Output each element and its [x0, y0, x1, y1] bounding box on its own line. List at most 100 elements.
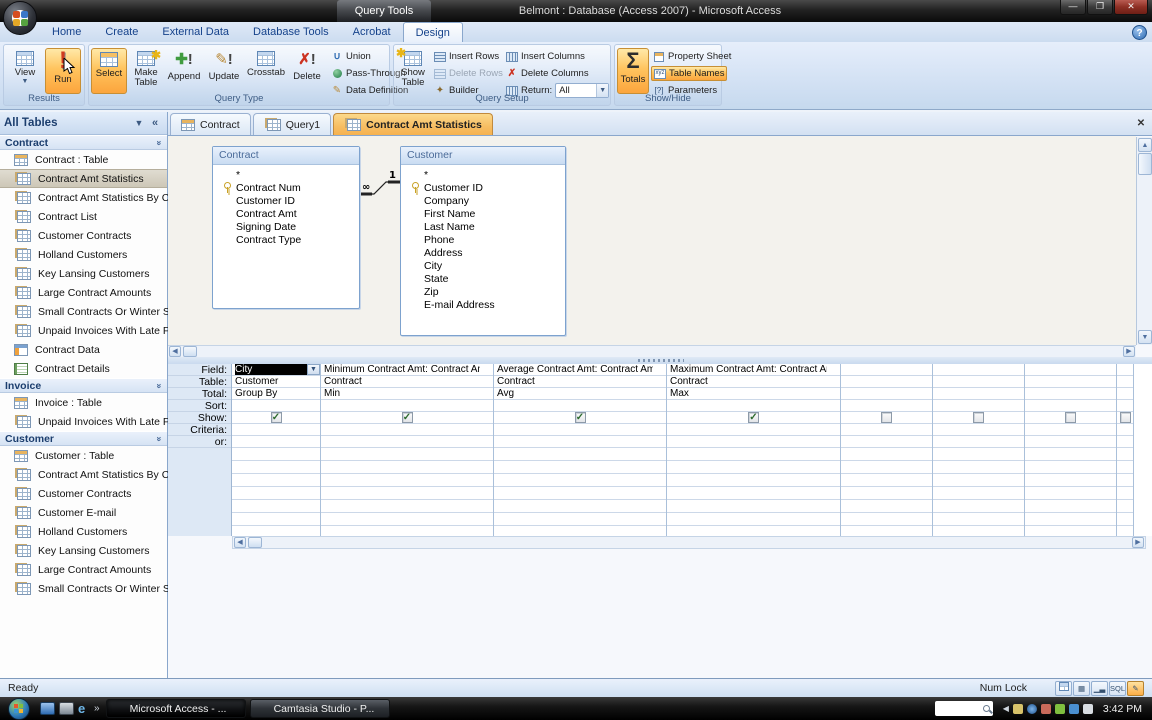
field-dropdown-icon[interactable]: ▼	[307, 364, 320, 375]
field-list-item[interactable]: Last Name	[401, 220, 565, 233]
scroll-left-icon[interactable]: ◀	[169, 346, 181, 357]
ribbon-tab[interactable]: Design	[402, 22, 463, 42]
document-tab[interactable]: Contract	[170, 113, 251, 135]
or-cell[interactable]	[841, 436, 932, 448]
table-cell[interactable]	[841, 376, 932, 388]
nav-group-header-contract[interactable]: Contract »	[0, 135, 167, 150]
scroll-down-icon[interactable]: ▼	[1138, 330, 1152, 344]
field-list-item[interactable]: Contract Num	[213, 181, 359, 194]
field-cell[interactable]: ▼	[933, 364, 1024, 376]
show-desktop-icon[interactable]	[40, 702, 55, 715]
or-cell[interactable]	[321, 436, 493, 448]
field-list-item[interactable]: *	[401, 168, 565, 181]
insert-columns-button[interactable]: Insert Columns	[504, 49, 587, 64]
delete-rows-button[interactable]: Delete Rows	[432, 66, 505, 81]
field-list-customer[interactable]: Customer * Customer ID Company First Nam…	[400, 146, 566, 336]
nav-item[interactable]: Unpaid Invoices With Late Fees	[0, 412, 186, 431]
property-sheet-button[interactable]: Property Sheet	[651, 49, 733, 64]
help-button[interactable]: ?	[1132, 25, 1147, 40]
ribbon-tab[interactable]: Home	[40, 22, 93, 42]
collapse-group-icon[interactable]: »	[154, 436, 164, 441]
nav-item[interactable]: Large Contract Amounts	[0, 560, 167, 579]
document-tab[interactable]: Contract Amt Statistics	[333, 113, 493, 135]
collapse-group-icon[interactable]: »	[154, 383, 164, 388]
sort-cell[interactable]	[1025, 400, 1116, 412]
field-cell[interactable]: ▼	[841, 364, 932, 376]
tray-expand-icon[interactable]: ◀	[1003, 704, 1009, 713]
total-cell[interactable]	[841, 388, 932, 400]
field-cell[interactable]: ▼	[1025, 364, 1116, 376]
field-list-item[interactable]: Contract Amt	[213, 207, 359, 220]
total-cell[interactable]: Min	[321, 388, 493, 400]
nav-item[interactable]: Contract List	[0, 207, 167, 226]
crosstab-button[interactable]: Crosstab	[245, 48, 287, 94]
view-button[interactable]: View ▼	[7, 48, 43, 94]
field-list-item[interactable]: Company	[401, 194, 565, 207]
show-checkbox[interactable]	[881, 412, 892, 423]
total-cell[interactable]: Avg	[494, 388, 666, 400]
table-cell[interactable]	[933, 376, 1024, 388]
restore-button[interactable]: ❐	[1087, 0, 1113, 15]
pane-splitter[interactable]	[168, 357, 1152, 364]
grid-horizontal-scrollbar[interactable]: ◀ ▶	[232, 536, 1146, 549]
ribbon-tab[interactable]: Database Tools	[241, 22, 341, 42]
taskbar-button[interactable]: Camtasia Studio - P...	[249, 699, 390, 718]
or-cell[interactable]	[933, 436, 1024, 448]
total-cell[interactable]	[1117, 388, 1133, 400]
delete-query-button[interactable]: ✗! Delete	[289, 48, 325, 94]
sort-cell[interactable]	[667, 400, 840, 412]
scrollbar-thumb[interactable]	[1138, 153, 1152, 175]
field-list-item[interactable]: Phone	[401, 233, 565, 246]
criteria-cell[interactable]	[1025, 424, 1116, 436]
tray-icon[interactable]	[1012, 703, 1023, 714]
sort-cell[interactable]	[232, 400, 320, 412]
design-view-button[interactable]: ✎	[1127, 680, 1144, 696]
nav-item[interactable]: Customer Contracts	[0, 226, 167, 245]
nav-item[interactable]: Holland Customers	[0, 245, 167, 264]
diagram-vertical-scrollbar[interactable]: ▲ ▼	[1136, 137, 1152, 345]
criteria-cell[interactable]	[667, 424, 840, 436]
table-cell[interactable]: Customer	[232, 376, 320, 388]
switch-windows-icon[interactable]	[59, 702, 74, 715]
toolbar-overflow-icon[interactable]: »	[94, 703, 100, 714]
tray-icon[interactable]	[1026, 703, 1037, 714]
scroll-right-icon[interactable]: ▶	[1132, 537, 1144, 548]
union-button[interactable]: ∪ Union	[329, 49, 373, 64]
field-list-title[interactable]: Customer	[401, 147, 565, 165]
nav-item[interactable]: Contract Data	[0, 340, 167, 359]
nav-group-header-customer[interactable]: Customer »	[0, 431, 167, 446]
table-cell[interactable]: Contract	[321, 376, 493, 388]
document-tab[interactable]: Query1	[252, 113, 332, 135]
collapse-group-icon[interactable]: »	[154, 140, 164, 145]
scrollbar-thumb[interactable]	[248, 537, 262, 548]
total-cell[interactable]: Max	[667, 388, 840, 400]
criteria-cell[interactable]	[1117, 424, 1133, 436]
shutter-bar-close-icon[interactable]: «	[147, 115, 163, 131]
nav-item[interactable]: Small Contracts Or Winter Sig...	[0, 579, 187, 598]
scroll-right-icon[interactable]: ▶	[1123, 346, 1135, 357]
criteria-cell[interactable]	[841, 424, 932, 436]
show-checkbox[interactable]	[748, 412, 759, 423]
scrollbar-thumb[interactable]	[183, 346, 197, 357]
datasheet-view-button[interactable]	[1055, 680, 1072, 696]
show-checkbox[interactable]	[401, 412, 413, 423]
field-list-item[interactable]: Zip	[401, 285, 565, 298]
ribbon-tab[interactable]: Acrobat	[341, 22, 403, 42]
field-list-item[interactable]: City	[401, 259, 565, 272]
field-list-item[interactable]: E-mail Address	[401, 298, 565, 311]
pivotchart-view-button[interactable]: ▁▃	[1091, 680, 1108, 696]
criteria-cell[interactable]	[321, 424, 493, 436]
criteria-cell[interactable]	[494, 424, 666, 436]
diagram-horizontal-scrollbar[interactable]: ◀ ▶	[168, 345, 1136, 357]
nav-item[interactable]: Small Contracts Or Winter Sig...	[0, 302, 187, 321]
nav-item[interactable]: Large Contract Amounts	[0, 283, 167, 302]
field-list-item[interactable]: Contract Type	[213, 233, 359, 246]
totals-button[interactable]: Σ Totals	[617, 48, 649, 94]
ribbon-tab[interactable]: External Data	[150, 22, 241, 42]
field-list-item[interactable]: State	[401, 272, 565, 285]
field-list-item[interactable]: Customer ID	[213, 194, 359, 207]
nav-item[interactable]: Key Lansing Customers	[0, 264, 167, 283]
show-checkbox[interactable]	[1065, 412, 1076, 423]
make-table-button[interactable]: ✱ Make Table	[129, 48, 163, 94]
field-list-item[interactable]: *	[213, 168, 359, 181]
